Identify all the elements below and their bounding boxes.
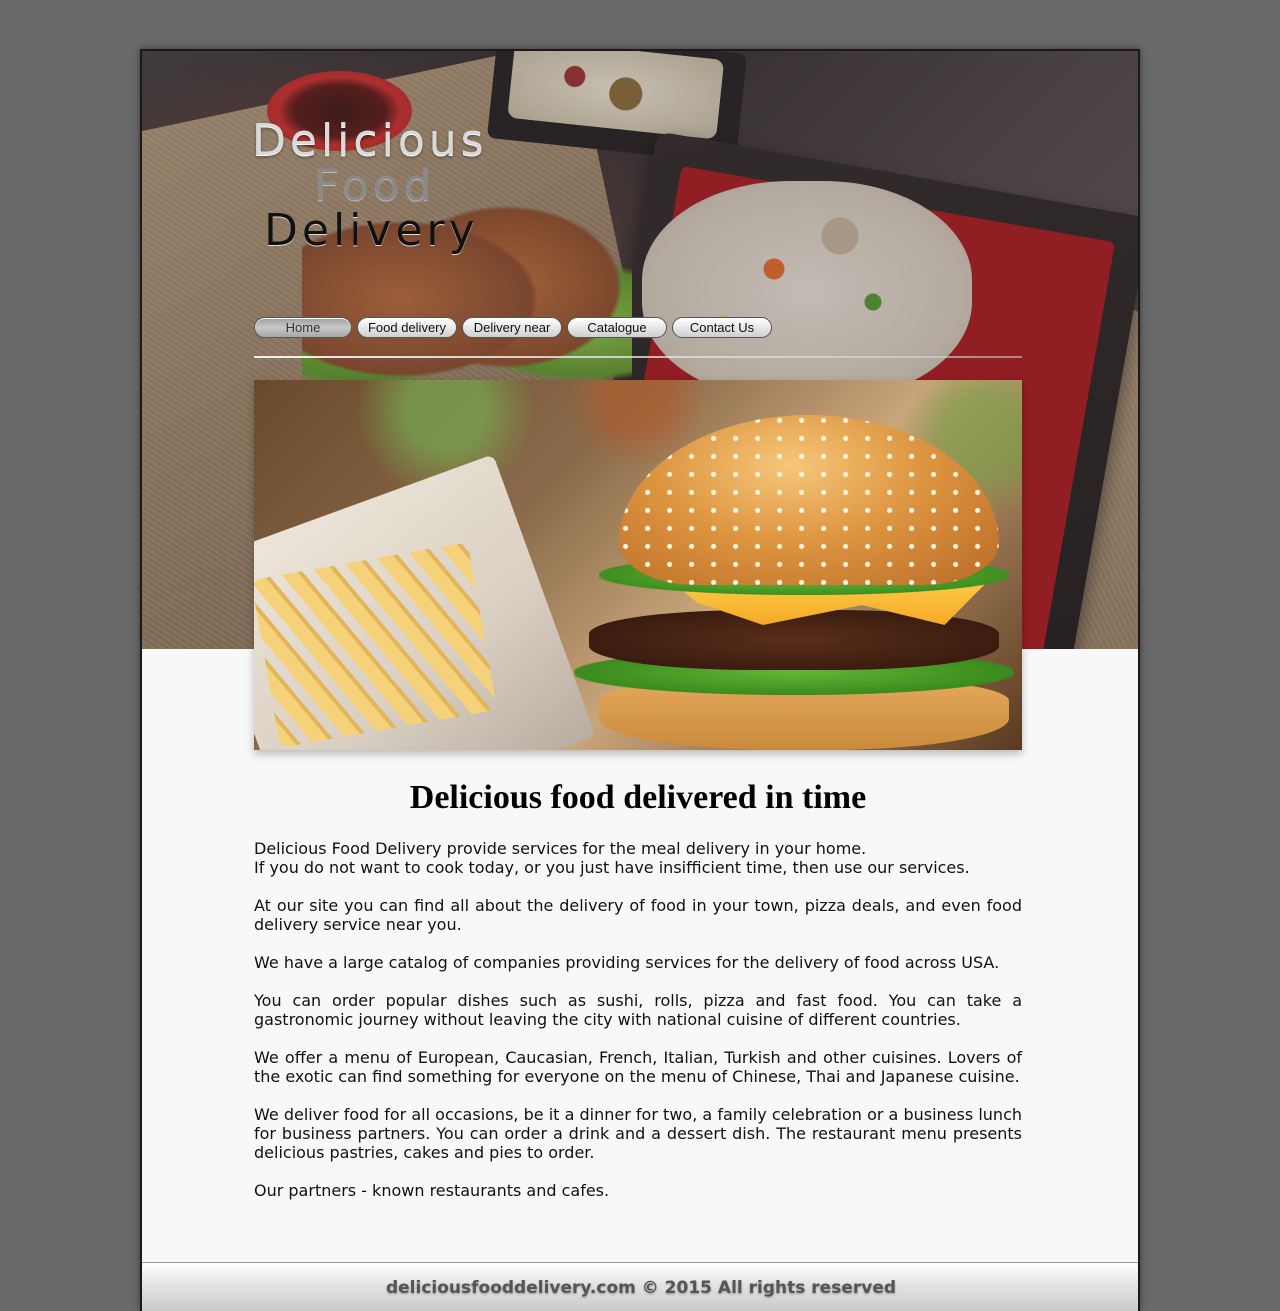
logo-line-1: Delicious: [252, 115, 488, 166]
paragraph-occasions: We deliver food for all occasions, be it…: [254, 1105, 1022, 1163]
nav-catalogue-button[interactable]: Catalogue: [567, 317, 667, 338]
page-container: Delicious Food Delivery Home Food delive…: [140, 49, 1140, 1311]
nav-food-delivery-button[interactable]: Food delivery: [357, 317, 457, 338]
site-logo[interactable]: Delicious Food Delivery: [252, 115, 552, 256]
intro-paragraph: Delicious Food Delivery provide services…: [254, 839, 1022, 877]
nav-home-button[interactable]: Home: [254, 317, 352, 338]
logo-line-2: Food: [314, 160, 436, 211]
paragraph-site-info: At our site you can find all about the d…: [254, 896, 1022, 935]
footer: deliciousfooddelivery.com © 2015 All rig…: [142, 1262, 1138, 1311]
paragraph-partners: Our partners - known restaurants and caf…: [254, 1181, 610, 1201]
nav-delivery-near-button[interactable]: Delivery near: [462, 317, 562, 338]
nav-contact-us-button[interactable]: Contact Us: [672, 317, 772, 338]
paragraph-catalog: We have a large catalog of companies pro…: [254, 953, 1000, 973]
nav-divider: [254, 356, 1022, 358]
main-nav: Home Food delivery Delivery near Catalog…: [254, 317, 772, 339]
footer-copyright: deliciousfooddelivery.com © 2015 All rig…: [385, 1278, 897, 1298]
intro-line-1: Delicious Food Delivery provide services…: [254, 839, 867, 859]
paragraph-dishes: You can order popular dishes such as sus…: [254, 991, 1022, 1030]
burger-feature-image: [254, 380, 1022, 750]
main-content: Delicious food delivered in time Delicio…: [254, 779, 1022, 1219]
page-title: Delicious food delivered in time: [409, 779, 867, 816]
intro-line-2: If you do not want to cook today, or you…: [254, 858, 970, 878]
paragraph-cuisines: We offer a menu of European, Caucasian, …: [254, 1048, 1022, 1087]
logo-line-3: Delivery: [264, 205, 479, 256]
